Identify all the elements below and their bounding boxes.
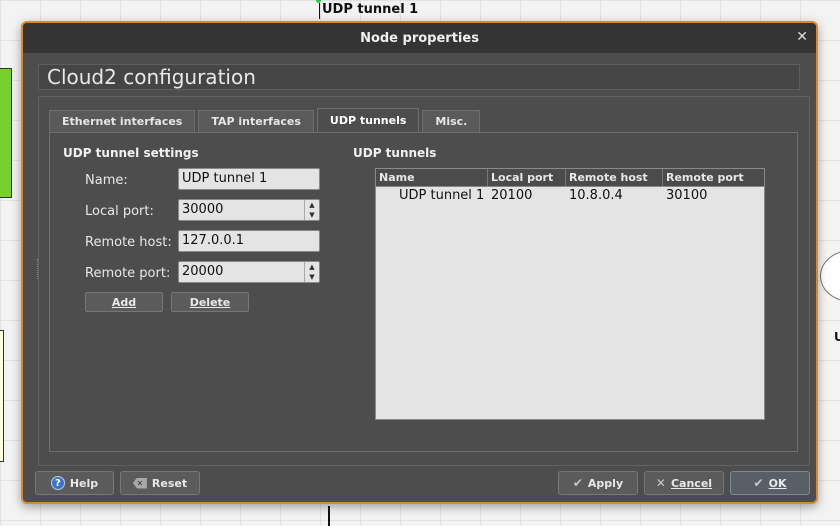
- add-button-label: Add: [111, 295, 137, 309]
- udp-tunnels-table[interactable]: Name Local port Remote host Remote port …: [375, 168, 765, 420]
- local-port-spinner: ▲ ▼: [304, 200, 319, 220]
- remote-port-value: 20000: [182, 264, 224, 279]
- udp-tunnel-settings-heading: UDP tunnel settings: [63, 146, 199, 160]
- ok-button[interactable]: ✔ OK: [730, 471, 810, 495]
- name-label: Name:: [85, 173, 128, 188]
- ok-button-label: OK: [768, 476, 787, 490]
- reset-icon: ✕: [132, 477, 147, 489]
- remote-host-field[interactable]: 127.0.0.1: [178, 230, 320, 252]
- tab-bar: Ethernet interfaces TAP interfaces UDP t…: [49, 108, 483, 132]
- tab-tap-interfaces[interactable]: TAP interfaces: [198, 110, 314, 132]
- help-button-label: Help: [69, 476, 99, 490]
- cancel-button-label: Cancel: [670, 476, 713, 490]
- column-header-remote-host[interactable]: Remote host: [566, 169, 663, 186]
- table-cell: UDP tunnel 1: [399, 188, 485, 203]
- delete-button[interactable]: Delete: [171, 292, 249, 312]
- column-header-remote-port[interactable]: Remote port: [663, 169, 764, 186]
- resize-grip[interactable]: [37, 259, 40, 279]
- checkmark-icon: ✔: [572, 476, 583, 490]
- table-cell: 30100: [666, 188, 708, 203]
- canvas-cloud-node[interactable]: [820, 250, 840, 302]
- tab-misc[interactable]: Misc.: [422, 110, 481, 132]
- node-properties-dialog: Node properties ✕ Cloud2 configuration E…: [21, 21, 818, 504]
- dialog-title: Node properties: [360, 30, 479, 46]
- tab-udp-tunnels[interactable]: UDP tunnels: [316, 108, 420, 132]
- remote-port-stepper[interactable]: 20000 ▲ ▼: [178, 261, 320, 283]
- spin-up-icon[interactable]: ▲: [309, 200, 314, 210]
- cancel-button[interactable]: ✕ Cancel: [644, 471, 724, 495]
- config-title: Cloud2 configuration: [38, 64, 800, 90]
- local-port-label: Local port:: [85, 204, 154, 219]
- link-label: UDP tunnel 1: [322, 2, 419, 17]
- dialog-titlebar[interactable]: Node properties ✕: [23, 23, 816, 53]
- table-row[interactable]: UDP tunnel 1 20100 10.8.0.4 30100: [376, 187, 764, 204]
- delete-button-label: Delete: [189, 295, 231, 309]
- reset-button-label: Reset: [151, 476, 188, 490]
- local-port-stepper[interactable]: 30000 ▲ ▼: [178, 199, 320, 221]
- tab-ethernet-interfaces[interactable]: Ethernet interfaces: [49, 110, 196, 132]
- table-header: Name Local port Remote host Remote port: [376, 169, 764, 187]
- help-button[interactable]: ? Help: [35, 471, 114, 495]
- reset-button[interactable]: ✕ Reset: [120, 471, 200, 495]
- table-cell: 20100: [491, 188, 533, 203]
- checkmark-icon: ✔: [753, 476, 764, 490]
- spin-down-icon[interactable]: ▼: [309, 210, 314, 220]
- canvas-node-yellow[interactable]: [0, 330, 4, 462]
- close-icon[interactable]: ✕: [796, 29, 808, 45]
- cancel-icon: ✕: [655, 476, 666, 490]
- remote-port-spinner: ▲ ▼: [304, 262, 319, 282]
- apply-button[interactable]: ✔ Apply: [558, 471, 638, 495]
- spin-down-icon[interactable]: ▼: [309, 272, 314, 282]
- add-button[interactable]: Add: [85, 292, 163, 312]
- canvas-node-label: U: [834, 330, 840, 344]
- remote-port-label: Remote port:: [85, 266, 171, 281]
- help-icon: ?: [50, 476, 65, 490]
- apply-button-label: Apply: [587, 476, 624, 490]
- local-port-value: 30000: [182, 202, 224, 217]
- table-cell: 10.8.0.4: [569, 188, 623, 203]
- link-line: [319, 3, 320, 19]
- canvas-node-green[interactable]: [0, 68, 12, 198]
- name-field[interactable]: UDP tunnel 1: [178, 168, 320, 190]
- udp-tunnels-heading: UDP tunnels: [353, 146, 437, 160]
- column-header-local-port[interactable]: Local port: [488, 169, 566, 186]
- column-header-name[interactable]: Name: [376, 169, 488, 186]
- link-line-bottom: [328, 506, 330, 526]
- spin-up-icon[interactable]: ▲: [309, 262, 314, 272]
- remote-host-label: Remote host:: [85, 235, 172, 250]
